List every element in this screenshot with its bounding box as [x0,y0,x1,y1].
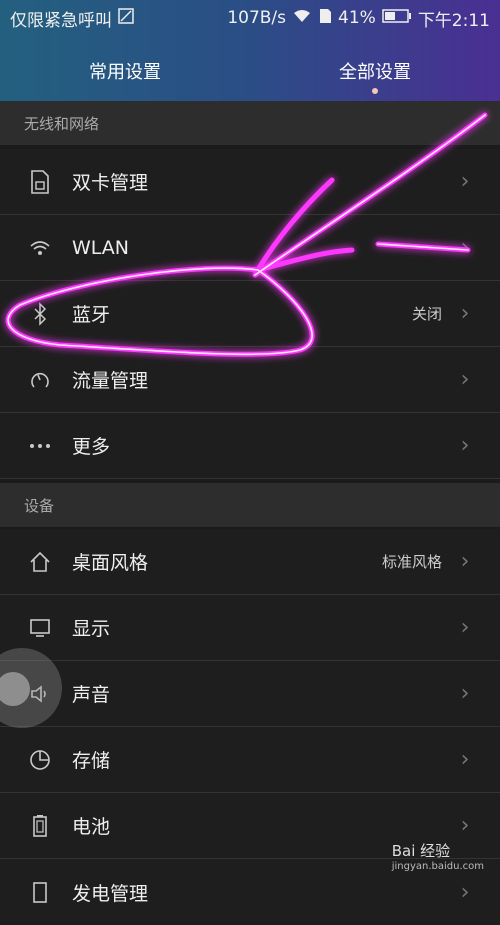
settings-row-more[interactable]: 更多 › [0,413,500,479]
carrier-text: 仅限紧急呼叫 [10,10,112,31]
settings-row-dual-sim[interactable]: 双卡管理 › [0,149,500,215]
row-label: 存储 [72,750,111,772]
chevron-right-icon: › [460,615,470,640]
tab-common-settings[interactable]: 常用设置 [0,48,250,92]
clock: 下午2:11 [417,10,490,31]
settings-row-storage[interactable]: 存储 › [0,727,500,793]
row-label: 桌面风格 [72,552,149,574]
data-usage-icon [26,366,54,394]
active-tab-indicator [372,88,378,94]
storage-icon [26,746,54,774]
battery-status-icon [382,8,412,28]
chevron-right-icon: › [460,301,470,326]
chevron-right-icon: › [460,681,470,706]
row-value: 关闭 [411,305,442,323]
settings-row-display[interactable]: 显示 › [0,595,500,661]
sim-card-icon [26,168,54,196]
watermark-url: jingyan.baidu.com [391,861,484,872]
battery-percent: 41% [338,8,376,28]
row-label: 双卡管理 [72,172,149,194]
battery-icon [26,812,54,840]
bluetooth-icon [26,300,54,328]
home-icon [26,548,54,576]
row-label: 流量管理 [72,370,149,392]
chevron-right-icon: › [460,747,470,772]
section-header-wireless: 无线和网络 [0,101,500,145]
status-bar: 仅限紧急呼叫 107B/s 41% 下午2:11 [0,0,500,36]
settings-row-wlan[interactable]: WLAN › [0,215,500,281]
row-label: 发电管理 [72,882,149,905]
row-label: 声音 [72,684,111,706]
section-header-device: 设备 [0,483,500,527]
row-value: 标准风格 [381,553,442,571]
chevron-right-icon: › [460,879,470,905]
network-speed: 107B/s [227,8,287,28]
chevron-right-icon: › [460,367,470,392]
wifi-icon [26,234,54,262]
chevron-right-icon: › [460,549,470,574]
row-label: WLAN [72,236,130,259]
settings-row-sound[interactable]: 声音 › [0,661,500,727]
no-sim-icon [118,7,134,29]
settings-row-data-usage[interactable]: 流量管理 › [0,347,500,413]
chevron-right-icon: › [460,813,470,838]
floating-assist-knob [0,672,30,706]
tab-label: 常用设置 [89,62,161,83]
section-title: 无线和网络 [24,114,100,133]
wifi-status-icon [292,8,312,29]
display-icon [26,614,54,642]
power-icon [26,878,54,906]
sim-status-icon [318,8,332,29]
section-title: 设备 [24,496,55,515]
chevron-right-icon: › [460,169,470,194]
tab-label: 全部设置 [339,62,411,83]
row-label: 更多 [72,436,111,458]
settings-row-bluetooth[interactable]: 蓝牙 关闭 › [0,281,500,347]
row-label: 蓝牙 [72,304,111,326]
settings-tabs: 常用设置 全部设置 [0,48,500,94]
watermark-brand: Bai 经验 [391,842,451,860]
row-label: 显示 [72,618,111,640]
baidu-watermark: Bai 经验 jingyan.baidu.com [392,840,484,872]
more-icon [26,432,54,460]
row-label: 电池 [72,816,111,838]
tab-all-settings[interactable]: 全部设置 [250,48,500,94]
settings-row-launcher-style[interactable]: 桌面风格 标准风格 › [0,529,500,595]
chevron-right-icon: › [460,433,470,458]
chevron-right-icon: › [460,235,470,260]
